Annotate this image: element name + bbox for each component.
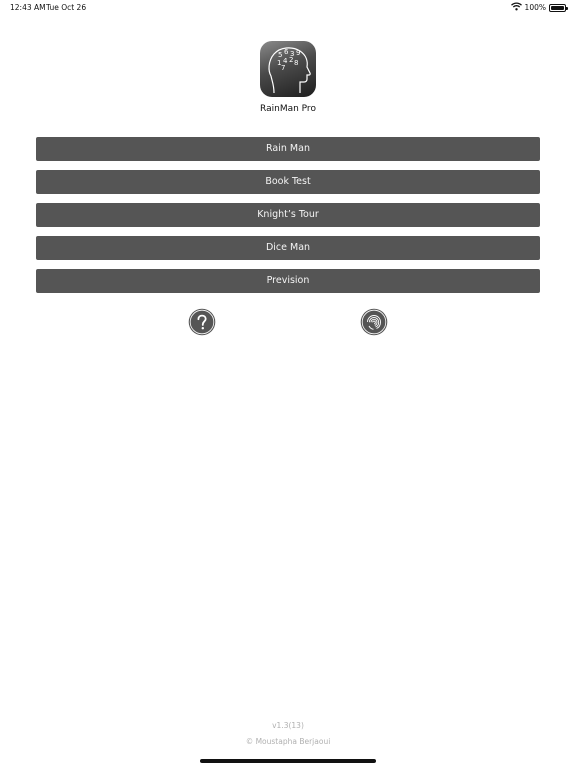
copyright-label: © Moustapha Berjaoui	[245, 737, 331, 746]
version-label: v1.3(13)	[272, 721, 304, 730]
app-name: RainMan Pro	[260, 104, 316, 114]
dice-man-button[interactable]: Dice Man	[36, 236, 540, 260]
app-screen: 12:43 AM Tue Oct 26 100% 5 6 3 9 1 4 2 8…	[0, 0, 576, 768]
book-test-button[interactable]: Book Test	[36, 170, 540, 194]
prevision-button[interactable]: Prevision	[36, 269, 540, 293]
svg-text:7: 7	[281, 64, 285, 72]
svg-text:5: 5	[278, 51, 282, 59]
head-with-numbers-icon: 5 6 3 9 1 4 2 8 7	[260, 41, 316, 97]
battery-icon	[549, 3, 568, 12]
status-indicators: 100%	[510, 2, 568, 13]
rain-man-button[interactable]: Rain Man	[36, 137, 540, 161]
fingerprint-icon	[360, 308, 388, 336]
svg-text:9: 9	[296, 49, 300, 57]
battery-percent: 100%	[524, 3, 546, 12]
knights-tour-button[interactable]: Knight’s Tour	[36, 203, 540, 227]
help-button[interactable]	[188, 308, 216, 336]
status-date: Tue Oct 26	[46, 3, 87, 12]
svg-text:6: 6	[284, 48, 289, 56]
question-mark-icon	[188, 308, 216, 336]
status-time: 12:43 AM	[10, 3, 46, 12]
svg-text:8: 8	[294, 59, 298, 67]
status-bar: 12:43 AM Tue Oct 26 100%	[0, 0, 576, 16]
wifi-icon	[510, 2, 522, 13]
svg-text:2: 2	[289, 56, 293, 64]
home-indicator[interactable]	[200, 759, 376, 763]
fingerprint-button[interactable]	[360, 308, 388, 336]
